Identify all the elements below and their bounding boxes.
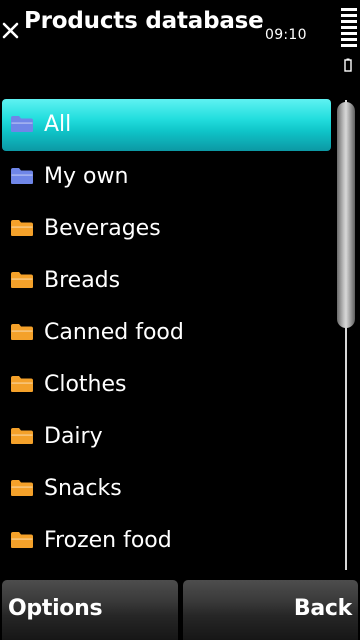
title-bar: Products database 09:10: [0, 0, 360, 90]
list-item[interactable]: Frozen food: [0, 515, 334, 567]
folder-icon: [10, 531, 34, 549]
battery-icon: [344, 57, 352, 72]
list-item-label: Frozen food: [44, 528, 172, 553]
list-item-label: Dairy: [44, 424, 103, 449]
folder-icon: [10, 375, 34, 393]
scrollbar[interactable]: [337, 100, 355, 570]
folder-icon: [10, 271, 34, 289]
options-label: Options: [8, 596, 103, 621]
folder-icon: [10, 323, 34, 341]
folder-icon: [10, 479, 34, 497]
list-item-label: Beverages: [44, 216, 161, 241]
signal-strength-icon: [339, 8, 359, 48]
folder-icon: [10, 427, 34, 445]
list-item-label: My own: [44, 164, 129, 189]
list-item-label: Clothes: [44, 372, 127, 397]
scrollbar-thumb[interactable]: [337, 102, 355, 328]
list-item-label: Snacks: [44, 476, 122, 501]
folder-list: All My own Beverages Breads Canned food Cloth…: [0, 99, 334, 567]
list-item[interactable]: Breads: [0, 255, 334, 307]
list-item-label: Breads: [44, 268, 121, 293]
list-item[interactable]: All: [2, 99, 331, 151]
list-item[interactable]: Clothes: [0, 359, 334, 411]
clock: 09:10: [265, 27, 307, 43]
back-label: Back: [293, 596, 352, 621]
folder-icon: [10, 219, 34, 237]
back-button[interactable]: Back: [183, 580, 358, 640]
close-icon[interactable]: [0, 18, 22, 44]
folder-icon: [10, 115, 34, 133]
options-button[interactable]: Options: [2, 580, 178, 640]
list-item[interactable]: Beverages: [0, 203, 334, 255]
list-item[interactable]: My own: [0, 151, 334, 203]
list-item-label: All: [44, 112, 72, 137]
page-title: Products database: [24, 8, 264, 34]
list-item[interactable]: Canned food: [0, 307, 334, 359]
list-item[interactable]: Dairy: [0, 411, 334, 463]
softkey-bar: Options Back: [0, 580, 360, 640]
list-item[interactable]: Snacks: [0, 463, 334, 515]
folder-icon: [10, 167, 34, 185]
list-item-label: Canned food: [44, 320, 184, 345]
